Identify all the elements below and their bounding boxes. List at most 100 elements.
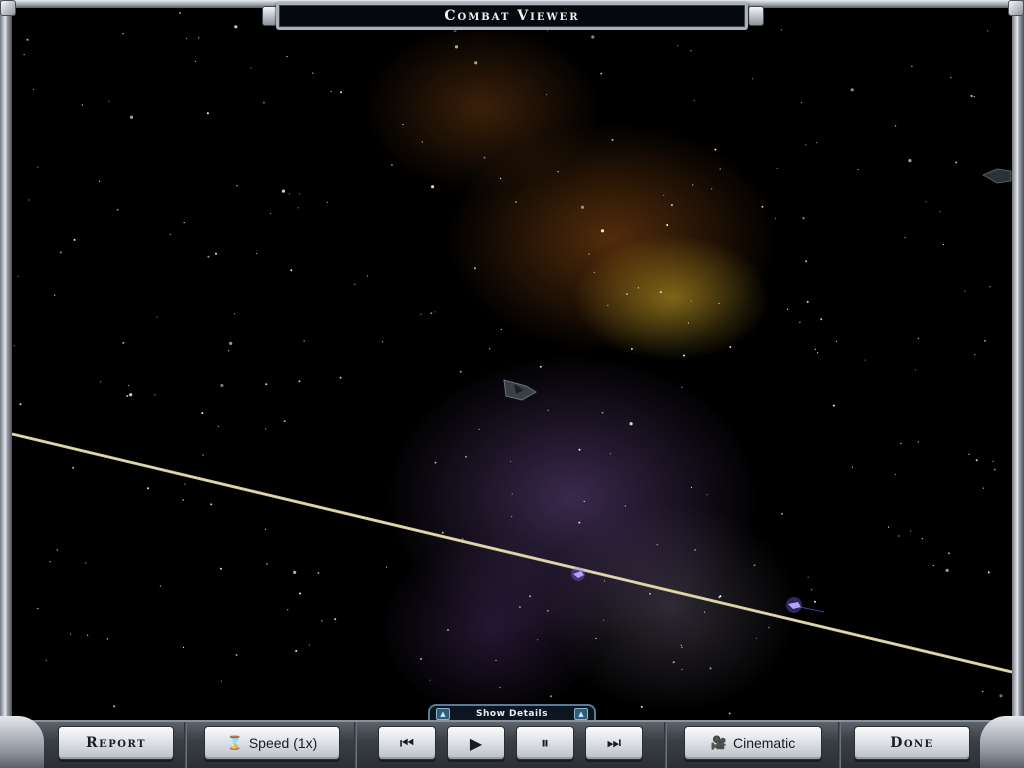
star — [45, 659, 47, 662]
star — [390, 163, 393, 166]
star — [402, 123, 404, 126]
star — [495, 659, 497, 661]
star — [917, 441, 919, 443]
star — [781, 512, 783, 515]
star — [609, 453, 612, 455]
star — [510, 460, 512, 462]
star — [681, 386, 683, 388]
fighter-ship-1[interactable] — [571, 567, 585, 581]
star — [474, 267, 476, 270]
star — [975, 459, 978, 462]
star — [434, 461, 437, 464]
star — [629, 422, 633, 426]
report-button-label: Report — [85, 735, 147, 751]
star — [298, 193, 300, 195]
star — [820, 318, 823, 321]
star — [681, 646, 683, 649]
skip-back-icon: ⏮ — [399, 733, 415, 752]
star — [714, 148, 717, 151]
star — [580, 205, 585, 209]
edge-ship[interactable] — [981, 168, 1012, 184]
star — [692, 184, 694, 186]
star — [447, 628, 449, 631]
expand-left-icon[interactable]: ▲ — [436, 708, 450, 720]
starfield — [13, 10, 1003, 715]
star — [23, 54, 25, 56]
laser-beam-core — [12, 433, 1012, 673]
cinematic-button[interactable]: 🎥 Cinematic — [684, 726, 822, 760]
star — [800, 102, 803, 104]
star — [925, 201, 927, 203]
frame-base-left — [0, 716, 44, 768]
star — [805, 260, 808, 263]
star — [984, 339, 986, 342]
star — [802, 217, 805, 220]
star — [690, 300, 692, 302]
star — [910, 530, 912, 532]
star — [751, 78, 754, 80]
star — [595, 637, 597, 640]
star — [281, 189, 285, 193]
star — [293, 570, 297, 575]
star — [908, 159, 912, 163]
star — [129, 115, 134, 119]
star — [385, 566, 388, 568]
star — [600, 72, 603, 75]
star — [895, 125, 897, 127]
done-button[interactable]: Done — [854, 726, 970, 760]
star — [37, 166, 39, 168]
star — [690, 50, 692, 52]
central-ship[interactable] — [503, 379, 537, 401]
star — [529, 595, 532, 598]
space-viewport[interactable] — [12, 8, 1012, 720]
star — [420, 313, 422, 315]
star — [159, 585, 161, 587]
star — [817, 352, 819, 354]
star — [326, 201, 328, 203]
expand-right-icon[interactable]: ▲ — [574, 708, 588, 720]
star — [694, 549, 697, 551]
star — [434, 311, 436, 313]
star — [939, 211, 941, 213]
show-details-label[interactable]: Show Details — [476, 709, 548, 719]
pause-button[interactable]: ⏸ — [516, 726, 574, 760]
frame-right — [1012, 0, 1024, 720]
star — [72, 466, 75, 469]
star — [483, 156, 486, 159]
fighter-ship-2[interactable] — [786, 597, 825, 613]
star — [459, 370, 462, 373]
star — [154, 394, 156, 396]
star — [511, 493, 513, 495]
star — [298, 380, 301, 383]
star — [269, 212, 272, 214]
skip-back-button[interactable]: ⏮ — [378, 726, 436, 760]
star — [950, 76, 952, 79]
skip-forward-button[interactable]: ⏭ — [585, 726, 643, 760]
star — [719, 595, 722, 598]
star — [288, 193, 290, 195]
combat-viewer-window: Combat Viewer ▲ Show Details ▲ Report ⌛ … — [0, 0, 1024, 768]
star — [220, 680, 222, 682]
star — [478, 428, 480, 430]
pause-icon: ⏸ — [540, 733, 549, 752]
star — [32, 88, 34, 91]
play-button[interactable]: ▶ — [447, 726, 505, 760]
star — [299, 592, 302, 595]
star — [690, 486, 693, 488]
star — [265, 562, 268, 565]
star — [955, 161, 958, 164]
star — [640, 705, 643, 708]
space-scene — [12, 10, 1012, 715]
star — [290, 269, 293, 272]
speed-button[interactable]: ⌛ Speed (1x) — [204, 726, 340, 760]
star — [550, 695, 552, 698]
star — [672, 661, 675, 664]
star — [835, 340, 838, 342]
star — [69, 633, 72, 635]
star — [894, 473, 896, 476]
star — [229, 341, 233, 345]
report-button[interactable]: Report — [58, 726, 174, 760]
star — [832, 404, 835, 407]
star — [677, 45, 679, 47]
star — [761, 205, 764, 208]
